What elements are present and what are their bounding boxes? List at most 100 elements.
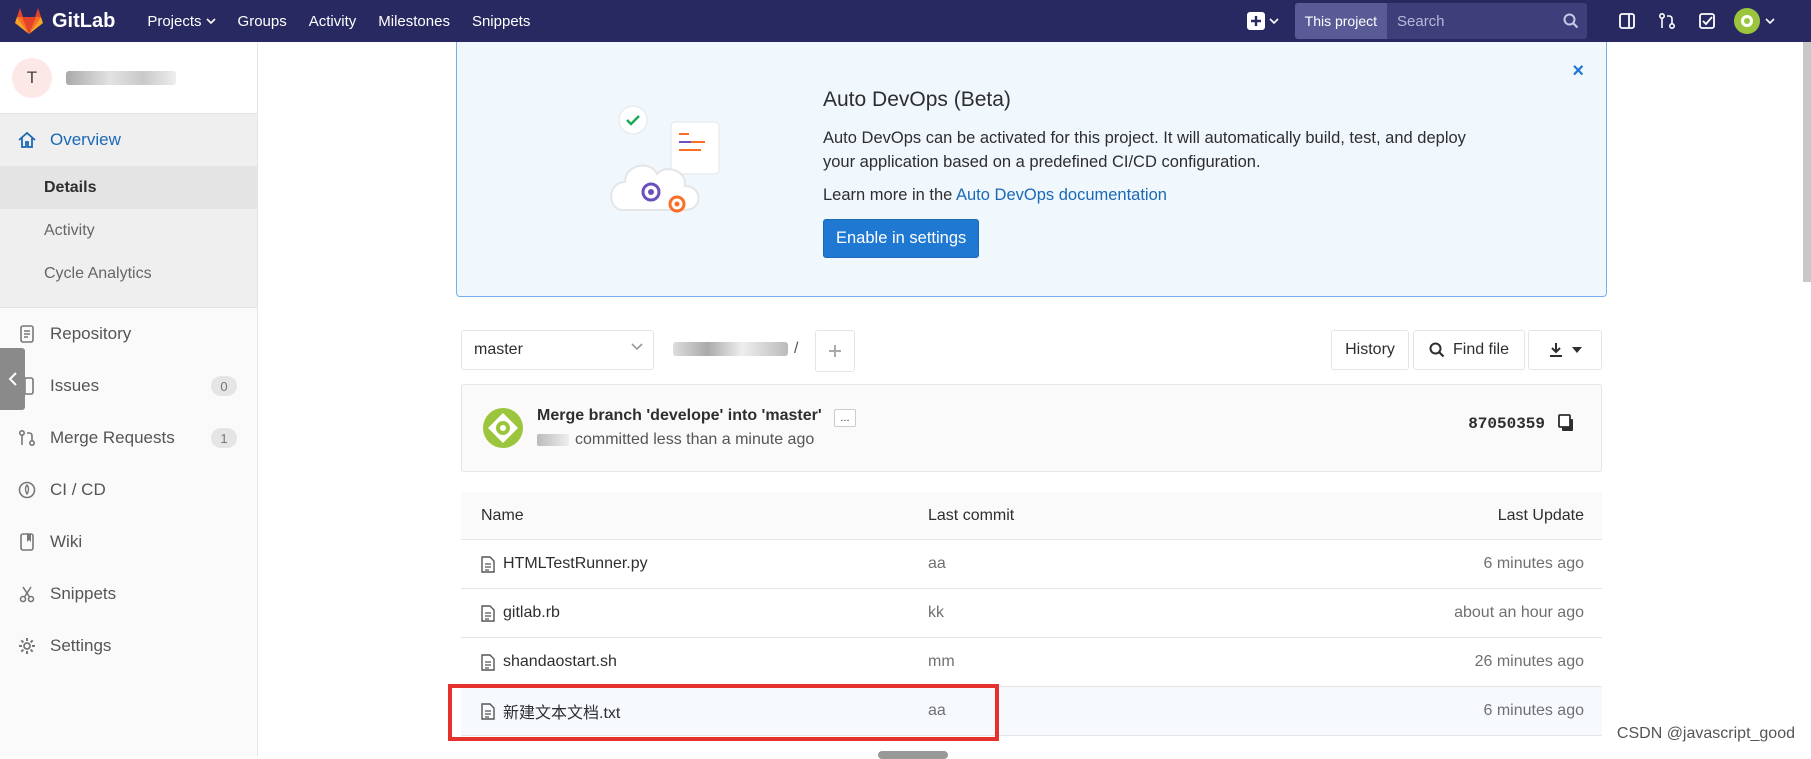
search-icon[interactable] bbox=[1555, 3, 1587, 39]
rocket-icon bbox=[16, 481, 38, 499]
merge-request-icon[interactable] bbox=[1647, 12, 1687, 30]
header-last-update: Last Update bbox=[1497, 506, 1584, 524]
todo-icon[interactable] bbox=[1687, 12, 1727, 30]
file-last-commit[interactable]: mm bbox=[928, 653, 1328, 671]
author-name-redacted[interactable] bbox=[537, 434, 569, 446]
breadcrumb: / bbox=[673, 340, 798, 358]
plus-square-icon bbox=[1246, 12, 1265, 30]
download-dropdown[interactable] bbox=[1528, 330, 1602, 370]
history-button[interactable]: History bbox=[1331, 330, 1409, 370]
enable-in-settings-button[interactable]: Enable in settings bbox=[823, 219, 980, 258]
nav-projects[interactable]: Projects bbox=[147, 13, 216, 30]
user-menu[interactable] bbox=[1733, 7, 1775, 35]
scissors-icon bbox=[16, 585, 38, 603]
merge-requests-count-badge: 1 bbox=[211, 428, 237, 448]
nav-milestones[interactable]: Milestones bbox=[378, 13, 450, 30]
last-commit-box: Merge branch 'develope' into 'master' ..… bbox=[461, 384, 1602, 472]
project-header[interactable]: T bbox=[0, 42, 257, 114]
sidebar-item-label: Settings bbox=[50, 636, 112, 655]
close-icon[interactable]: × bbox=[1572, 60, 1584, 83]
devops-title: Auto DevOps (Beta) bbox=[823, 88, 1011, 111]
download-icon bbox=[1550, 343, 1562, 357]
sidebar-item-label: Merge Requests bbox=[50, 428, 175, 447]
sidebar-item-label: Repository bbox=[50, 324, 132, 343]
file-name-link[interactable]: shandaostart.sh bbox=[503, 653, 617, 671]
caret-down-icon bbox=[1572, 347, 1582, 353]
sidebar-toggle-icon[interactable] bbox=[1607, 12, 1647, 30]
chevron-down-icon bbox=[631, 343, 643, 351]
devops-illustration bbox=[610, 105, 720, 213]
vertical-scrollbar[interactable] bbox=[1803, 42, 1811, 282]
project-name-redacted[interactable] bbox=[66, 70, 176, 85]
find-file-button[interactable]: Find file bbox=[1413, 330, 1525, 370]
file-name-link[interactable]: HTMLTestRunner.py bbox=[503, 555, 648, 573]
sidebar-subitem-activity[interactable]: Activity bbox=[0, 209, 257, 252]
commit-title[interactable]: Merge branch 'develope' into 'master' bbox=[537, 407, 822, 425]
sidebar-item-overview[interactable]: Overview bbox=[0, 114, 257, 166]
doc-icon bbox=[16, 325, 38, 343]
table-row[interactable]: gitlab.rb kk about an hour ago bbox=[461, 589, 1602, 638]
branch-select[interactable]: master bbox=[461, 330, 654, 370]
user-avatar-icon bbox=[1734, 8, 1760, 34]
brand-name[interactable]: GitLab bbox=[52, 10, 115, 33]
devops-docs-link[interactable]: Auto DevOps documentation bbox=[956, 186, 1167, 204]
header-last-commit: Last commit bbox=[928, 506, 1015, 524]
file-last-commit[interactable]: aa bbox=[928, 555, 1328, 573]
file-last-commit[interactable]: kk bbox=[928, 604, 1328, 622]
copy-icon[interactable] bbox=[1557, 414, 1575, 432]
sidebar-item-label: Wiki bbox=[50, 532, 83, 551]
search-input[interactable] bbox=[1387, 3, 1555, 39]
home-icon bbox=[16, 131, 38, 149]
file-icon bbox=[481, 604, 495, 622]
devops-learn-prefix: Learn more in the bbox=[823, 186, 956, 204]
sidebar-item-repository[interactable]: Repository bbox=[0, 308, 257, 360]
tanuki-icon bbox=[15, 8, 43, 34]
new-dropdown[interactable] bbox=[1246, 11, 1279, 31]
file-last-update: 6 minutes ago bbox=[1483, 702, 1584, 719]
file-name-link[interactable]: gitlab.rb bbox=[503, 604, 560, 622]
horizontal-scrollbar[interactable] bbox=[878, 751, 948, 759]
search-scope[interactable]: This project bbox=[1294, 3, 1387, 39]
file-icon bbox=[481, 555, 495, 573]
add-file-button[interactable] bbox=[815, 330, 855, 372]
gitlab-logo[interactable]: GitLab bbox=[14, 7, 115, 35]
commit-time: committed less than a minute ago bbox=[575, 431, 815, 448]
chevron-down-icon bbox=[1765, 18, 1775, 24]
sidebar-item-merge-requests[interactable]: Merge Requests 1 bbox=[0, 412, 257, 464]
nav-snippets[interactable]: Snippets bbox=[472, 13, 530, 30]
repo-name-redacted[interactable] bbox=[673, 342, 788, 356]
sidebar-item-issues[interactable]: Issues 0 bbox=[0, 360, 257, 412]
file-last-update: 6 minutes ago bbox=[1483, 555, 1584, 572]
sidebar-subitem-cycle-analytics[interactable]: Cycle Analytics bbox=[0, 252, 257, 295]
sidebar-item-settings[interactable]: Settings bbox=[0, 620, 257, 672]
project-avatar[interactable]: T bbox=[12, 57, 52, 98]
gear-icon bbox=[16, 637, 38, 655]
commit-expand-button[interactable]: ... bbox=[834, 409, 856, 427]
watermark: CSDN @javascript_good bbox=[1616, 725, 1795, 742]
history-label: History bbox=[1345, 341, 1395, 358]
collapse-sidebar-button[interactable] bbox=[0, 348, 25, 410]
search-box: This project bbox=[1294, 3, 1587, 39]
auto-devops-banner: Auto DevOps (Beta) Auto DevOps can be ac… bbox=[456, 42, 1607, 297]
commit-meta: committed less than a minute ago bbox=[537, 431, 814, 449]
sidebar-item-ci-cd[interactable]: CI / CD bbox=[0, 464, 257, 516]
sidebar-item-label: Overview bbox=[50, 130, 121, 149]
top-navbar: GitLab Projects Groups Activity Mileston… bbox=[0, 0, 1811, 42]
sidebar-item-snippets[interactable]: Snippets bbox=[0, 568, 257, 620]
table-row[interactable]: HTMLTestRunner.py aa 6 minutes ago bbox=[461, 540, 1602, 589]
nav-activity[interactable]: Activity bbox=[309, 13, 357, 30]
sidebar-item-label: CI / CD bbox=[50, 480, 106, 499]
chevron-left-icon bbox=[8, 372, 17, 386]
nav-groups[interactable]: Groups bbox=[238, 13, 287, 30]
sidebar-subitem-details[interactable]: Details bbox=[0, 166, 257, 209]
author-avatar-icon[interactable] bbox=[482, 407, 524, 449]
commit-sha[interactable]: 87050359 bbox=[1468, 415, 1545, 433]
path-separator: / bbox=[794, 340, 799, 357]
table-row[interactable]: shandaostart.sh mm 26 minutes ago bbox=[461, 638, 1602, 687]
find-file-label: Find file bbox=[1452, 341, 1510, 358]
merge-icon bbox=[16, 429, 38, 447]
sidebar-item-wiki[interactable]: Wiki bbox=[0, 516, 257, 568]
sidebar-item-label: Snippets bbox=[50, 584, 117, 603]
devops-description: Auto DevOps can be activated for this pr… bbox=[823, 129, 1466, 171]
table-header: Name Last commit Last Update bbox=[461, 492, 1602, 540]
